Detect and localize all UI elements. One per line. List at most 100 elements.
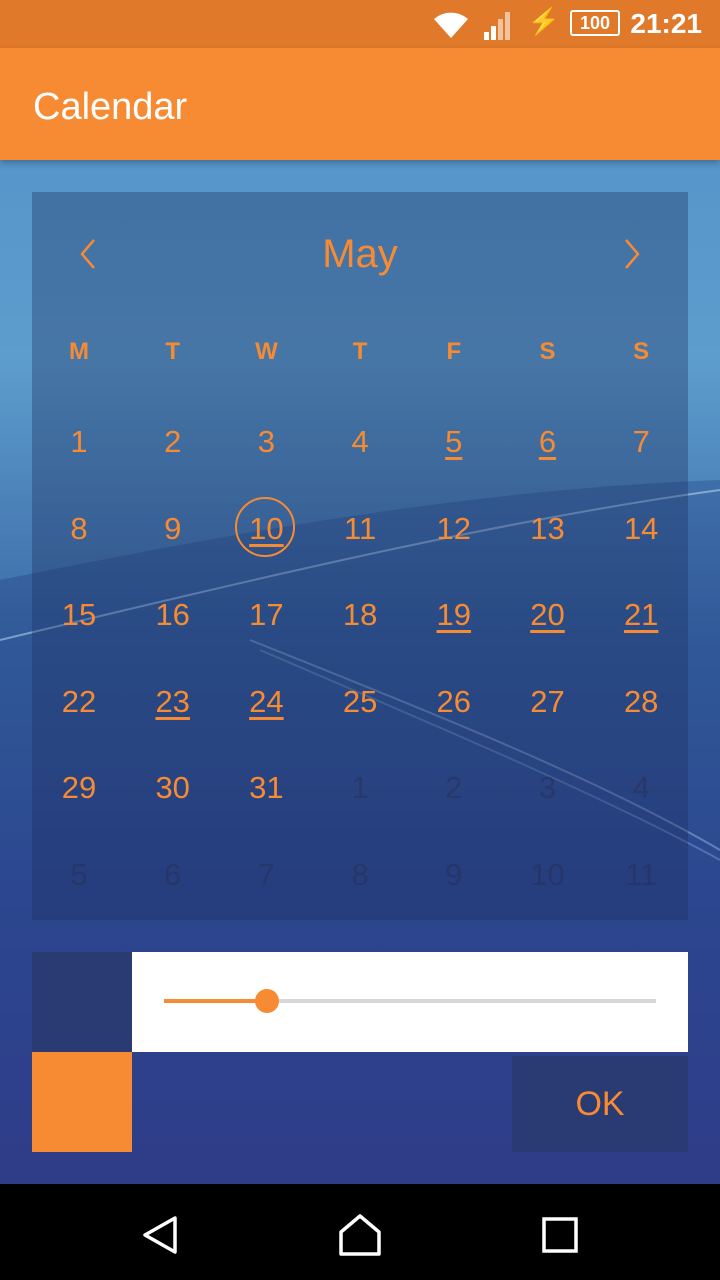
calendar-day-number: 11 bbox=[344, 510, 377, 546]
calendar-day-number: 5 bbox=[70, 856, 88, 892]
calendar-day[interactable]: 6 bbox=[501, 407, 595, 477]
calendar-day-number: 9 bbox=[445, 856, 463, 892]
dark-color-swatch bbox=[32, 952, 132, 1052]
calendar-day-number: 16 bbox=[155, 597, 190, 632]
calendar-day[interactable]: 1 bbox=[32, 407, 126, 477]
calendar-day[interactable]: 9 bbox=[126, 494, 220, 564]
calendar-day[interactable]: 8 bbox=[313, 840, 407, 910]
calendar-day-number: 24 bbox=[249, 683, 284, 719]
calendar-day[interactable]: 6 bbox=[126, 840, 220, 910]
month-navigation: May bbox=[32, 192, 688, 322]
calendar-day[interactable]: 13 bbox=[501, 494, 595, 564]
calendar-day[interactable]: 22 bbox=[32, 667, 126, 737]
calendar-day[interactable]: 11 bbox=[313, 494, 407, 564]
month-title: May bbox=[322, 232, 398, 276]
weekday-label: F bbox=[446, 338, 462, 365]
calendar-day-number: 17 bbox=[249, 597, 284, 632]
calendar-day-number: 2 bbox=[164, 424, 182, 459]
calendar-day-number: 26 bbox=[436, 683, 472, 719]
calendar-day[interactable]: 5 bbox=[407, 407, 501, 477]
wifi-icon bbox=[432, 10, 470, 45]
weekday-label: W bbox=[255, 338, 278, 365]
status-bar: ⚡ 100 21:21 bbox=[0, 0, 720, 48]
page-title: Calendar bbox=[33, 86, 188, 128]
calendar-day-number: 8 bbox=[351, 856, 369, 892]
calendar-day[interactable]: 5 bbox=[32, 840, 126, 910]
calendar-day[interactable]: 21 bbox=[594, 580, 688, 650]
calendar-day[interactable]: 2 bbox=[126, 407, 220, 477]
slider-fill bbox=[164, 999, 268, 1003]
calendar-day-number: 6 bbox=[164, 856, 182, 892]
calendar-day-number: 21 bbox=[623, 597, 659, 632]
calendar-day-number: 29 bbox=[61, 770, 97, 805]
calendar-day[interactable]: 4 bbox=[313, 407, 407, 477]
calendar-day[interactable]: 9 bbox=[407, 840, 501, 910]
next-month-button[interactable] bbox=[612, 234, 652, 274]
home-icon[interactable] bbox=[335, 1210, 385, 1260]
calendar-day[interactable]: 28 bbox=[594, 667, 688, 737]
calendar-day[interactable]: 20 bbox=[501, 580, 595, 650]
calendar-day[interactable]: 15 bbox=[32, 580, 126, 650]
calendar-panel: May MTWTFSS 1 2 3 4 5 6 7 8 9 10 11 12 13 14 15 16 17 18 1… bbox=[32, 192, 688, 920]
calendar-day-number: 22 bbox=[61, 683, 97, 719]
calendar-day[interactable]: 16 bbox=[126, 580, 220, 650]
calendar-day-number: 18 bbox=[342, 597, 378, 632]
battery-icon: 100 bbox=[570, 10, 620, 36]
accent-color-swatch[interactable] bbox=[32, 1052, 132, 1152]
calendar-day[interactable]: 12 bbox=[407, 494, 501, 564]
calendar-day-number: 13 bbox=[530, 510, 565, 546]
calendar-day[interactable]: 4 bbox=[594, 753, 688, 823]
calendar-day-number: 1 bbox=[351, 770, 369, 805]
calendar-day[interactable]: 24 bbox=[219, 667, 313, 737]
calendar-day[interactable]: 23 bbox=[126, 667, 220, 737]
calendar-day[interactable]: 8 bbox=[32, 494, 126, 564]
calendar-day[interactable]: 29 bbox=[32, 753, 126, 823]
calendar-day-number: 1 bbox=[70, 424, 88, 459]
calendar-day-number: 11 bbox=[625, 856, 658, 892]
calendar-day[interactable]: 19 bbox=[407, 580, 501, 650]
weekday-label: M bbox=[69, 338, 89, 365]
signal-icon bbox=[482, 10, 514, 45]
back-icon[interactable] bbox=[135, 1210, 185, 1260]
app-bar: Calendar bbox=[0, 48, 720, 160]
calendar-day[interactable]: 3 bbox=[501, 753, 595, 823]
calendar-day-number: 14 bbox=[623, 510, 659, 546]
ok-button[interactable]: OK bbox=[512, 1056, 688, 1152]
calendar-day-number: 20 bbox=[530, 597, 565, 632]
calendar-day[interactable]: 27 bbox=[501, 667, 595, 737]
calendar-day[interactable]: 30 bbox=[126, 753, 220, 823]
weekday-label: S bbox=[539, 338, 556, 365]
calendar-day[interactable]: 7 bbox=[219, 840, 313, 910]
calendar-day[interactable]: 10 bbox=[501, 840, 595, 910]
calendar-day[interactable]: 31 bbox=[219, 753, 313, 823]
calendar-day-number: 10 bbox=[530, 856, 565, 892]
calendar-day-number: 25 bbox=[342, 683, 378, 719]
calendar-day[interactable]: 18 bbox=[313, 580, 407, 650]
calendar-day[interactable]: 11 bbox=[594, 840, 688, 910]
calendar-day[interactable]: 17 bbox=[219, 580, 313, 650]
slider-track[interactable] bbox=[164, 989, 656, 1013]
calendar-day-number: 3 bbox=[538, 770, 557, 805]
calendar-day-number: 7 bbox=[257, 856, 276, 892]
calendar-day-number: 3 bbox=[257, 424, 276, 459]
calendar-day-number: 4 bbox=[351, 424, 369, 459]
calendar-day[interactable]: 7 bbox=[594, 407, 688, 477]
calendar-day[interactable]: 3 bbox=[219, 407, 313, 477]
calendar-day-today[interactable]: 10 bbox=[219, 494, 313, 564]
calendar-day-number: 6 bbox=[538, 424, 557, 459]
charging-icon: ⚡ bbox=[527, 6, 560, 36]
calendar-day[interactable]: 25 bbox=[313, 667, 407, 737]
calendar-day[interactable]: 14 bbox=[594, 494, 688, 564]
calendar-day[interactable]: 2 bbox=[407, 753, 501, 823]
calendar-day-number: 15 bbox=[61, 597, 97, 632]
calendar-day-number: 30 bbox=[155, 770, 190, 805]
calendar-day-number: 28 bbox=[623, 683, 659, 719]
calendar-day[interactable]: 26 bbox=[407, 667, 501, 737]
calendar-day-number: 31 bbox=[249, 770, 284, 805]
calendar-day-number: 8 bbox=[70, 510, 88, 546]
weekday-label: S bbox=[633, 338, 650, 365]
weekday-label: T bbox=[165, 338, 181, 365]
calendar-day[interactable]: 1 bbox=[313, 753, 407, 823]
recents-icon[interactable] bbox=[535, 1210, 585, 1260]
calendar-day-number: 12 bbox=[436, 510, 472, 546]
